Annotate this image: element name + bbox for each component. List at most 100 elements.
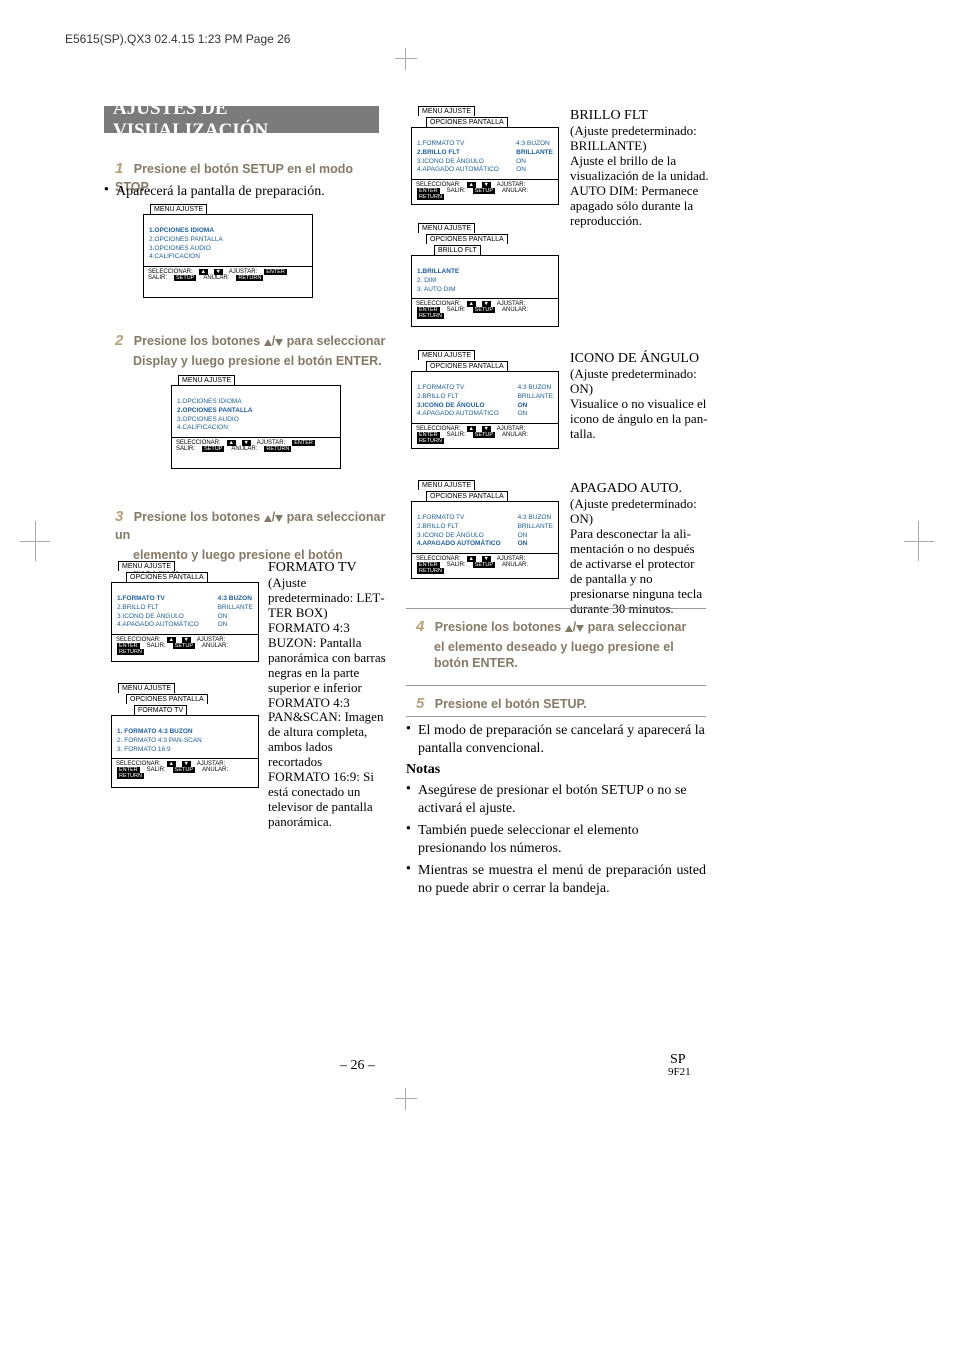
desc-text: (Ajuste predeterminado: BRILLANTE) — [570, 124, 710, 154]
menu-item: 1.FORMATO TV — [417, 140, 506, 149]
step-text: Presione los botones / para seleccionar — [134, 334, 386, 348]
menu-item: 2.OPCIONES PANTALLA — [177, 407, 335, 416]
desc-text: Ajuste el brillo de la visual­ización de… — [570, 154, 710, 184]
menu-item: 3.ICONO DE ÁNGULO — [117, 613, 208, 622]
menu-item: 3. AUTO DIM — [417, 286, 553, 295]
desc-text: FORMATO 4:3 PAN&SCAN: Imagen de altura c… — [268, 696, 388, 771]
down-triangle-icon — [275, 515, 283, 522]
menu-tab: OPCIONES PANTALLA — [126, 572, 208, 582]
menu-footer: SELECCIONAR:▲▼ AJUSTAR:ENTER SALIR:SETUP… — [172, 437, 340, 454]
note-item: También puede seleccionar el elemento pr… — [406, 822, 706, 857]
menu-box-main: 1.OPCIONES IDIOMA 2.OPCIONES PANTALLA 3.… — [143, 214, 313, 298]
desc-text: FORMATO 16:9: Si está conectado un telev… — [268, 770, 388, 830]
menu-item: 3.ICONO DE ÁNGULO — [417, 402, 508, 411]
menu-value: 4:3 BUZON — [218, 595, 253, 604]
crop-mark — [395, 1088, 417, 1110]
menu-box-main: 1.OPCIONES IDIOMA 2.OPCIONES PANTALLA 3.… — [171, 385, 341, 469]
menu-tab: MENU AJUSTE — [150, 204, 207, 214]
menu-item: 3.ICONO DE ÁNGULO — [417, 158, 506, 167]
desc-title: FORMATO TV — [268, 560, 388, 576]
menu-item: 4.APAGADO AUTOMÁTICO — [417, 166, 506, 175]
desc-title: APAGADO AUTO. — [570, 481, 710, 497]
menu-tab: FORMATO TV — [134, 705, 187, 715]
menu-box-formato: 1. FORMATO 4:3 BUZON 2. FORMATO 4:3 PAN-… — [111, 715, 259, 788]
step-number: 3 — [115, 508, 123, 525]
menu-value: 4:3 BUZON — [518, 384, 553, 393]
crop-mark — [0, 521, 40, 561]
menu-item: 4.APAGADO AUTOMÁTICO — [417, 540, 508, 549]
menu-footer: SELECCIONAR:▲▼ AJUSTAR:ENTER SALIR:SETUP… — [144, 266, 312, 283]
menu-value: ON — [218, 621, 253, 630]
menu-box-opciones: 1.FORMATO TV 2.BRILLO FLT 3.ICONO DE ÁNG… — [411, 371, 559, 449]
menu-item: 1.OPCIONES IDIOMA — [149, 227, 307, 236]
menu-item: 1.FORMATO TV — [117, 595, 208, 604]
menu-value: ON — [218, 613, 253, 622]
page-number: – 26 – — [340, 1058, 375, 1074]
step-text: el elemento deseado y luego presione el — [434, 640, 706, 654]
menu-item: 2. DIM — [417, 277, 553, 286]
step-number: 4 — [416, 618, 424, 635]
menu-value: BRILLANTE — [518, 523, 553, 532]
body-text: Aparecerá la pantalla de preparación. — [104, 183, 384, 201]
menu-value: BRILLANTE — [516, 149, 553, 158]
menu-item: 1.FORMATO TV — [417, 514, 508, 523]
step-number: 5 — [416, 695, 424, 712]
down-triangle-icon — [275, 339, 283, 346]
menu-value: 4:3 BUZON — [516, 140, 553, 149]
desc-text: (Ajuste predeterminado: ON) — [570, 497, 710, 527]
menu-item: 1. FORMATO 4:3 BUZON — [117, 728, 253, 737]
menu-item: 4.APAGADO AUTOMÁTICO — [117, 621, 208, 630]
step-text: Presione el botón SETUP. — [435, 697, 587, 711]
menu-footer: SELECCIONAR:▲▼ AJUSTAR:ENTER SALIR:SETUP… — [412, 553, 558, 576]
menu-item: 3.ICONO DE ÁNGULO — [417, 532, 508, 541]
menu-footer: SELECCIONAR:▲▼ AJUSTAR:ENTER SALIR:SETUP… — [412, 423, 558, 446]
step-number: 2 — [115, 332, 123, 349]
menu-value: ON — [516, 158, 553, 167]
up-triangle-icon — [264, 339, 272, 346]
desc-title: ICONO DE ÁNGULO — [570, 351, 710, 367]
menu-footer: SELECCIONAR:▲▼ AJUSTAR:ENTER SALIR:SETUP… — [112, 634, 258, 657]
desc-text: FORMATO 4:3 BUZON: Pantalla panorámica c… — [268, 621, 388, 696]
down-triangle-icon — [576, 625, 584, 632]
menu-tab: MENU AJUSTE — [178, 375, 235, 385]
step-text: botón ENTER. — [434, 656, 706, 670]
menu-item: 3.OPCIONES AUDIO — [177, 416, 335, 425]
crop-mark — [914, 521, 954, 561]
note-item: Asegúrese de presionar el botón SETUP o … — [406, 782, 706, 817]
menu-tab: MENU AJUSTE — [418, 106, 475, 116]
menu-value: ON — [518, 402, 553, 411]
menu-footer: SELECCIONAR:▲▼ AJUSTAR:ENTER SALIR:SETUP… — [112, 758, 258, 781]
menu-box-brillo: 1.BRILLANTE 2. DIM 3. AUTO DIM SELECCION… — [411, 255, 559, 327]
menu-tab: MENU AJUSTE — [418, 480, 475, 490]
desc-text: Para desconectar la ali­mentación o no d… — [570, 527, 710, 617]
menu-value: ON — [518, 410, 553, 419]
step-text: Display y luego presione el botón ENTER. — [133, 354, 390, 368]
crop-mark — [395, 48, 417, 70]
menu-item: 1.OPCIONES IDIOMA — [177, 398, 335, 407]
menu-footer: SELECCIONAR:▲▼ AJUSTAR:ENTER SALIR:SETUP… — [412, 179, 558, 202]
desc-text: (Ajuste predeterminado: ON) — [570, 367, 710, 397]
menu-tab: OPCIONES PANTALLA — [426, 491, 508, 501]
menu-item: 2.BRILLO FLT — [417, 149, 506, 158]
notes-title: Notas — [406, 762, 440, 778]
menu-tab: MENU AJUSTE — [418, 350, 475, 360]
menu-tab: OPCIONES PANTALLA — [426, 117, 508, 127]
menu-item: 2.BRILLO FLT — [117, 604, 208, 613]
menu-value: ON — [516, 166, 553, 175]
menu-value: ON — [518, 532, 553, 541]
menu-item: 4.APAGADO AUTOMÁTICO — [417, 410, 508, 419]
desc-text: Visualice o no visualice el icono de áng… — [570, 397, 710, 442]
menu-item: 4.CALIFICACION — [177, 424, 335, 433]
menu-item: 3. FORMATO 16:9 — [117, 746, 253, 755]
body-text: El modo de preparación se cancelará y ap… — [406, 722, 706, 757]
menu-value: ON — [518, 540, 553, 549]
menu-footer: SELECCIONAR:▲▼ AJUSTAR:ENTER SALIR:SETUP… — [412, 298, 558, 321]
menu-value: BRILLANTE — [218, 604, 253, 613]
step-text: Presione los botones / para seleccionar … — [115, 510, 385, 542]
menu-tab: MENU AJUSTE — [418, 223, 475, 233]
up-triangle-icon — [264, 515, 272, 522]
menu-item: 2.BRILLO FLT — [417, 523, 508, 532]
menu-item: 3.OPCIONES AUDIO — [149, 245, 307, 254]
menu-box-opciones: 1.FORMATO TV 2.BRILLO FLT 3.ICONO DE ÁNG… — [411, 127, 559, 205]
menu-item: 1.BRILLANTE — [417, 268, 553, 277]
